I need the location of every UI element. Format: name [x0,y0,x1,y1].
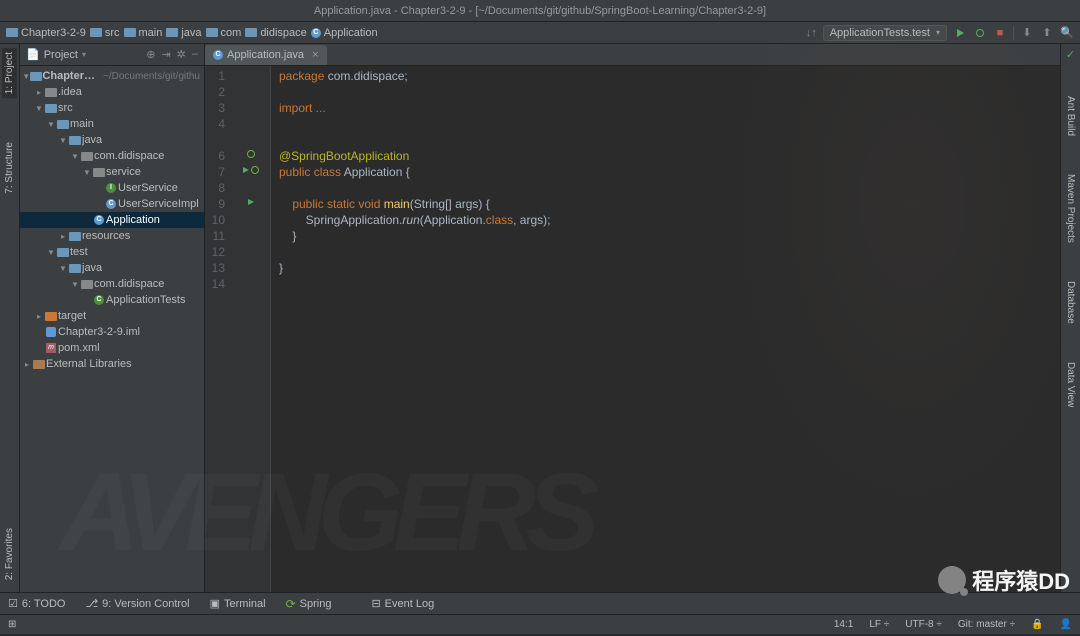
class-icon: C [311,28,321,38]
tree-applicationtests[interactable]: CApplicationTests [20,292,204,308]
tree-application[interactable]: CApplication [20,212,204,228]
search-icon[interactable]: 🔍 [1060,26,1074,40]
line-number-gutter: 123467891011121314 [205,66,231,592]
right-tool-gutter: ✓ Ant Build Maven Projects Database Data… [1060,44,1080,592]
build-icon[interactable]: ↓↑ [806,27,817,39]
status-position[interactable]: 14:1 [834,619,853,630]
spring-icon[interactable] [251,166,259,174]
toolbar-run: ↓↑ ApplicationTests.test ■ ⬇ ⬆ 🔍 [806,25,1074,41]
tool-tab-ant[interactable]: Ant Build [1063,92,1078,140]
status-encoding[interactable]: UTF-8 ÷ [905,619,942,630]
tree-pom[interactable]: mpom.xml [20,340,204,356]
tool-tab-project[interactable]: 1: Project [2,48,17,98]
folder-icon [206,28,218,37]
tool-button-terminal[interactable]: ▣ Terminal [210,597,266,610]
breadcrumb-didispace[interactable]: didispace [245,27,306,39]
class-icon: C [213,50,223,60]
editor-tab-bar: C Application.java × [205,44,1060,66]
tree-root[interactable]: ▼Chapter3-2-9~/Documents/git/githu [20,68,204,84]
status-toggle-icon[interactable]: ⊞ [8,619,16,630]
tree-service[interactable]: ▼service [20,164,204,180]
status-lock-icon[interactable]: 🔒 [1031,619,1043,630]
tree-package[interactable]: ▼com.didispace [20,148,204,164]
status-git-branch[interactable]: Git: master ÷ [958,619,1015,630]
editor-tab-application[interactable]: C Application.java × [205,45,327,65]
status-inspector-icon[interactable]: 👤 [1060,619,1072,630]
tool-tab-dataview[interactable]: Data View [1063,358,1078,411]
editor-area: C Application.java × 123467891011121314 … [205,44,1060,592]
tree-test-java[interactable]: ▼java [20,260,204,276]
stop-button[interactable]: ■ [993,26,1007,40]
tree-iml[interactable]: Chapter3-2-9.iml [20,324,204,340]
tree-idea[interactable]: ▸.idea [20,84,204,100]
window-title: Application.java - Chapter3-2-9 - [~/Doc… [0,0,1080,22]
debug-button[interactable] [973,26,987,40]
scroll-to-source-icon[interactable]: ⊕ [146,48,155,61]
tool-tab-structure[interactable]: 7: Structure [2,138,17,198]
breadcrumb-com[interactable]: com [206,27,242,39]
left-tool-gutter: 1: Project 7: Structure 2: Favorites [0,44,20,592]
separator [1013,26,1014,40]
tree-target[interactable]: ▸target [20,308,204,324]
tree-main[interactable]: ▼main [20,116,204,132]
editor-icon-gutter [231,66,271,592]
tool-button-spring[interactable]: ⟳ Spring [286,597,332,611]
close-tab-icon[interactable]: × [312,49,318,61]
inspection-ok-icon[interactable]: ✓ [1066,48,1075,62]
breadcrumb-src[interactable]: src [90,27,120,39]
tree-java[interactable]: ▼java [20,132,204,148]
tree-test-package[interactable]: ▼com.didispace [20,276,204,292]
run-gutter-icon[interactable] [243,167,249,173]
project-tree: ▼Chapter3-2-9~/Documents/git/githu ▸.ide… [20,66,204,592]
folder-icon [90,28,102,37]
tree-external-libs[interactable]: ▸External Libraries [20,356,204,372]
project-panel-title[interactable]: 📄 Project ▾ [26,48,142,61]
tool-button-todo[interactable]: ☑ 6: TODO [8,597,65,610]
project-panel: 📄 Project ▾ ⊕ ⇥ ✲ – ▼Chapter3-2-9~/Docum… [20,44,205,592]
tree-resources[interactable]: ▸resources [20,228,204,244]
tool-tab-maven[interactable]: Maven Projects [1063,170,1078,247]
breadcrumb-bar: Chapter3-2-9 src main java com didispace… [0,22,1080,44]
tree-test[interactable]: ▼test [20,244,204,260]
vcs-commit-icon[interactable]: ⬆ [1040,26,1054,40]
hide-icon[interactable]: – [192,48,198,61]
status-bar: ⊞ 14:1 LF ÷ UTF-8 ÷ Git: master ÷ 🔒 👤 [0,614,1080,634]
breadcrumb-project[interactable]: Chapter3-2-9 [6,27,86,39]
code-editor[interactable]: 123467891011121314 package com.didispace… [205,66,1060,592]
folder-icon [124,28,136,37]
tree-src[interactable]: ▼src [20,100,204,116]
collapse-icon[interactable]: ⇥ [161,48,170,61]
run-config-dropdown[interactable]: ApplicationTests.test [823,25,947,41]
vcs-update-icon[interactable]: ⬇ [1020,26,1034,40]
run-button[interactable] [953,26,967,40]
folder-icon [166,28,178,37]
folder-icon [245,28,257,37]
folder-icon [6,28,18,37]
tool-button-vcs[interactable]: ⎇ 9: Version Control [85,597,189,610]
breadcrumb-application[interactable]: CApplication [311,27,378,39]
run-gutter-icon[interactable] [248,199,254,205]
bottom-tool-bar: ☑ 6: TODO ⎇ 9: Version Control ▣ Termina… [0,592,1080,614]
breadcrumb-java[interactable]: java [166,27,201,39]
tool-button-eventlog[interactable]: ⊟ Event Log [371,597,434,610]
tree-userservice[interactable]: IUserService [20,180,204,196]
tool-tab-database[interactable]: Database [1063,277,1078,328]
breadcrumb-main[interactable]: main [124,27,163,39]
spring-icon[interactable] [247,150,255,158]
code-content[interactable]: package com.didispace; import ... @Sprin… [271,66,1060,592]
settings-icon[interactable]: ✲ [177,48,186,61]
tool-tab-favorites[interactable]: 2: Favorites [2,524,17,584]
status-line-ending[interactable]: LF ÷ [869,619,889,630]
tree-userserviceimpl[interactable]: CUserServiceImpl [20,196,204,212]
